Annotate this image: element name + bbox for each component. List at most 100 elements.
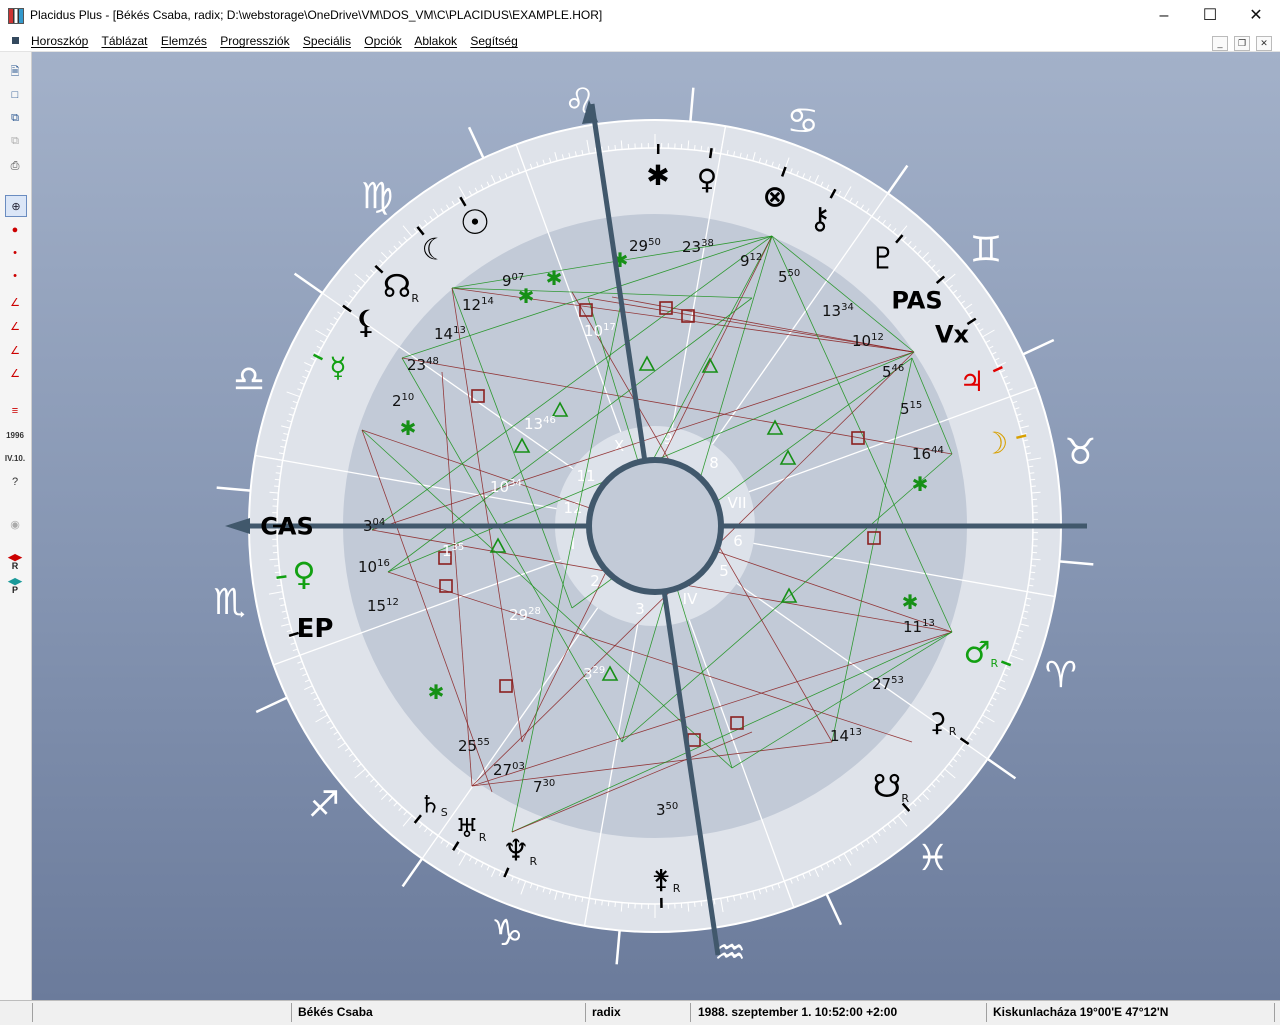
star-icon: ✱ [646,159,669,192]
status-type: radix [592,1005,621,1019]
uranus-flag: R [479,831,487,844]
sextile-marker: ✱ [518,284,535,308]
list-icon[interactable]: ≡ [5,401,25,421]
vertex-icon: Vx [935,320,970,348]
menu-bar: Horoszkóp Táblázat Elemzés Progressziók … [0,31,1280,52]
paste-document-icon[interactable]: ⧉ [5,131,25,151]
mars-icon: ♂ [964,636,991,671]
sign-divider [888,166,908,194]
saturn-icon: ♄ [419,790,441,818]
house-number-IV: IV [683,590,698,608]
menu-segitseg[interactable]: Segítség [470,34,517,48]
menu-horoszkop[interactable]: Horoszkóp [31,34,88,48]
zodiac-sign-2: ♊ [970,229,1002,270]
minimize-button[interactable]: – [1141,0,1187,31]
moon-black-icon: ☾ [422,233,449,268]
menu-progressziok[interactable]: Progressziók [220,34,289,48]
close-button[interactable]: ✕ [1233,0,1279,31]
mdi-buttons: _ ❐ ✕ [1206,33,1272,51]
zodiac-sign-8: ♐ [308,785,340,826]
asc-arrow-icon [225,518,250,534]
mdi-restore-button[interactable]: ❐ [1234,36,1250,51]
sextile-marker: ✱ [912,472,929,496]
maximize-button[interactable]: ☐ [1187,0,1233,31]
cas-icon: CAS [260,512,313,540]
status-name: Békés Csaba [298,1005,373,1019]
mdi-minimize-button[interactable]: _ [1212,36,1228,51]
house-number-6: 6 [733,532,743,550]
zodiac-sign-5: ♓ [917,838,949,879]
south-node-icon: ☋ [873,767,901,805]
jupiter-icon: ♃ [959,365,984,398]
status-place: Kiskunlacháza 19°00'E 47°12'N [993,1005,1168,1019]
help-icon[interactable]: ? [5,472,25,492]
aspect-line-icon[interactable]: • [5,243,25,263]
pluto-icon: ♇ [870,242,897,277]
status-datetime: 1988. szeptember 1. 10:52:00 +2:00 [698,1005,897,1019]
zodiac-sign-1: ♋ [787,101,819,142]
zodiac-sign-11: ♍ [361,176,393,217]
mars-flag: R [991,657,999,670]
house-number-VII: VII [727,494,746,512]
sign-divider [690,88,693,122]
planet-marker [710,148,711,158]
zodiac-sign-10: ♎ [233,359,265,400]
disabled-wheel-icon: ◉ [5,514,25,534]
left-toolbar: 🗎 □ ⧉ ⧉ ⎙ ⊕ ● • • ∠ ∠ ∠ ∠ ≡ 1996 IV.10. … [0,52,32,1000]
select-document-icon[interactable]: □ [5,85,25,105]
zodiac-sign-9: ♏ [213,582,245,623]
angle-2-icon[interactable]: ∠ [5,316,25,336]
venus-icon: ♀ [697,163,718,196]
angle-4-icon[interactable]: ∠ [5,363,25,383]
mercury-icon: ☿ [329,351,346,384]
chiron-icon: ⚷ [809,202,831,237]
zodiac-sign-4: ♈ [1045,655,1077,696]
year-icon[interactable]: 1996 [5,425,25,445]
planet-marker [277,576,287,577]
menu-ablakok[interactable]: Ablakok [414,34,457,48]
aspect-line-2-icon[interactable]: • [5,266,25,286]
zodiac-sign-7: ♑ [491,913,523,954]
angle-icon[interactable]: ∠ [5,292,25,312]
north-node-flag: R [411,292,419,305]
saturn-flag: S [441,806,448,819]
ceres-icon: ⚳ [927,708,946,738]
mdi-close-button[interactable]: ✕ [1256,36,1272,51]
sign-divider [469,127,483,158]
menu-tablazat[interactable]: Táblázat [101,34,147,48]
sextile-marker: ✱ [428,680,445,704]
date-icon[interactable]: IV.10. [5,448,25,468]
neptune-flag: R [530,855,538,868]
pas-icon: PAS [891,286,942,314]
sign-divider [988,759,1016,779]
venus-green-icon: ♀ [292,555,315,593]
radix-toggle-icon[interactable]: ◀▶R [5,552,25,572]
sextile-marker: ✱ [902,590,919,614]
sextile-marker: ✱ [546,266,563,290]
sign-divider [827,894,841,925]
ep-icon: EP [297,614,334,644]
synastry-icon[interactable]: ● [5,220,25,240]
mdi-system-icon[interactable] [12,37,19,44]
new-document-icon[interactable]: 🗎 [5,62,25,82]
house-number-X: X [614,437,624,455]
chart-wheel-icon[interactable]: ⊕ [5,195,27,217]
menu-opciok[interactable]: Opciók [364,34,401,48]
house-number-3: 3 [635,600,645,618]
progression-toggle-icon[interactable]: ◀▶P [5,576,25,596]
center-circle [589,460,721,592]
sign-divider [403,859,423,887]
horoscope-wheel[interactable]: ♌♋♊♉♈♓♒♑♐♏♎♍98VII65IV32I1211X✱✱✱✱✱✱✱2950… [32,52,1280,1000]
menu-specialis[interactable]: Speciális [303,34,351,48]
sextile-marker: ✱ [400,416,417,440]
house-number-11: 11 [576,467,595,485]
angle-3-icon[interactable]: ∠ [5,340,25,360]
sign-divider [256,698,287,712]
sign-divider [1059,561,1093,564]
menu-elemzes[interactable]: Elemzés [161,34,207,48]
print-icon[interactable]: ⎙ [5,156,25,176]
moon-icon: ☽ [982,427,1009,462]
sign-divider [617,930,620,964]
copy-document-icon[interactable]: ⧉ [5,108,25,128]
r-label: R [12,562,19,571]
